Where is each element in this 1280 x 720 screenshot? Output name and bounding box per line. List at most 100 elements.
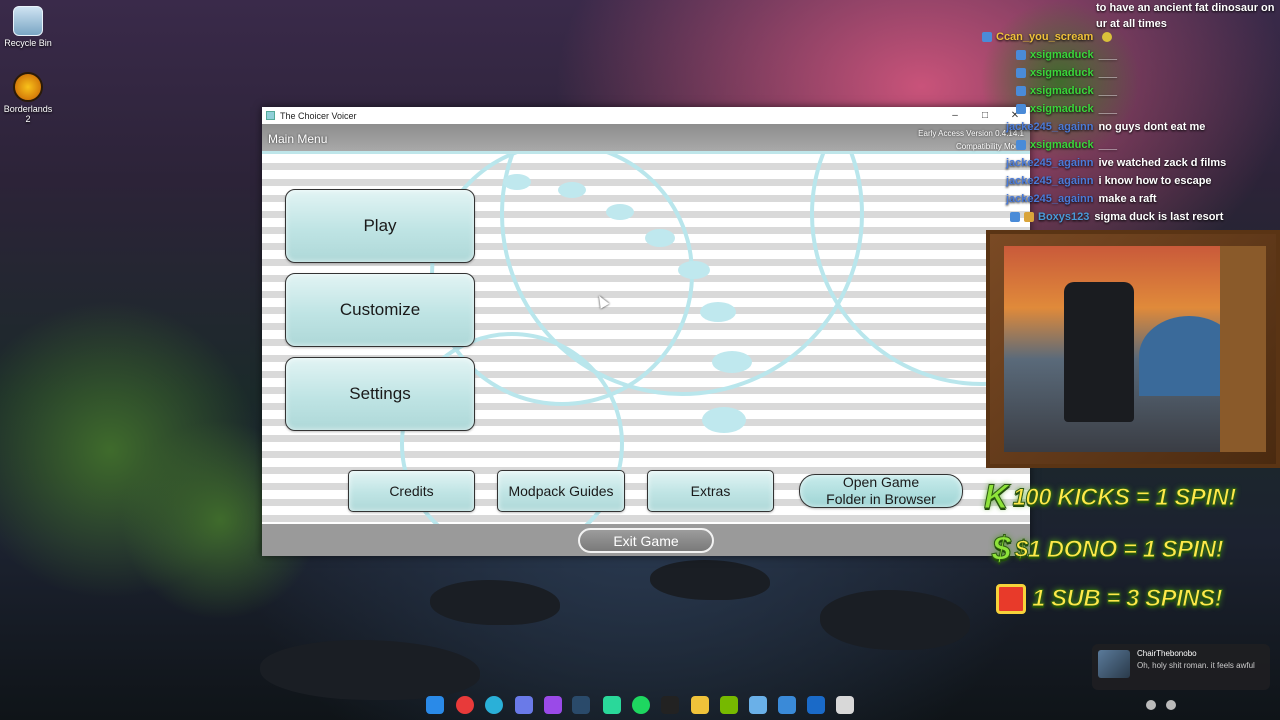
chat-message: xsigmaduck ___ — [1016, 85, 1117, 97]
kicks-spin-banner: K 100 KICKS = 1 SPIN! — [984, 478, 1237, 517]
spin-banner-text: 1 SUB = 3 SPINS! — [1031, 585, 1223, 613]
chat-text: sigma duck is last resort — [1094, 211, 1224, 223]
credits-button[interactable]: Credits — [348, 470, 475, 512]
opera-icon[interactable] — [456, 696, 474, 714]
notification-thumbnail — [1098, 650, 1130, 678]
chat-username: jacke245_againn — [1006, 157, 1094, 169]
subscriber-badge-icon — [982, 32, 992, 42]
game-window: The Choicer Voicer – □ ✕ Main Menu Early… — [262, 107, 1030, 556]
epic-games-icon[interactable] — [661, 696, 679, 714]
chat-message: jacke245_againn no guys dont eat me — [1006, 121, 1205, 133]
borderlands-2-label: Borderlands 2 — [3, 104, 53, 124]
subscriber-badge-icon — [1016, 104, 1026, 114]
subscriber-badge-icon — [1016, 68, 1026, 78]
star-icon — [1102, 32, 1113, 42]
spin-banner-text: 100 KICKS = 1 SPIN! — [1012, 483, 1237, 511]
photos-icon[interactable] — [778, 696, 796, 714]
spotify-icon[interactable] — [632, 696, 650, 714]
chat-text: ___ — [1098, 103, 1117, 115]
discord-icon[interactable] — [515, 696, 533, 714]
customize-button[interactable]: Customize — [285, 273, 475, 347]
wall — [1220, 246, 1266, 452]
app-icon — [266, 111, 275, 120]
webcam-feed — [1004, 246, 1266, 452]
borderlands-2-icon — [13, 72, 43, 102]
file-explorer-icon[interactable] — [691, 696, 709, 714]
subscriber-badge-icon — [1016, 140, 1026, 150]
twitch-icon[interactable] — [544, 696, 562, 714]
chat-username: xsigmaduck — [1030, 85, 1094, 97]
webcam-overlay — [986, 230, 1280, 468]
subscriber-badge-icon — [1016, 50, 1026, 60]
chat-username: xsigmaduck — [1030, 139, 1094, 151]
tray-icon[interactable] — [1146, 700, 1156, 710]
chat-username: jacke245_againn — [1006, 175, 1094, 187]
gaming-chair — [1064, 282, 1134, 422]
edge-icon[interactable] — [485, 696, 503, 714]
play-button[interactable]: Play — [285, 189, 475, 263]
modpack-guides-button[interactable]: Modpack Guides — [497, 470, 625, 512]
borderlands-2-shortcut[interactable]: Borderlands 2 — [0, 72, 56, 124]
notepad-icon[interactable] — [749, 696, 767, 714]
chat-message: jacke245_againn i know how to escape — [1006, 175, 1212, 187]
subscriber-badge-icon — [1010, 212, 1020, 222]
chat-username: xsigmaduck — [1030, 103, 1094, 115]
window-titlebar[interactable]: The Choicer Voicer – □ ✕ — [262, 107, 1030, 124]
chat-message: jacke245_againn ive watched zack d films — [1006, 157, 1226, 169]
recycle-bin-label: Recycle Bin — [4, 38, 52, 48]
game-window-icon[interactable] — [836, 696, 854, 714]
exit-game-button[interactable]: Exit Game — [578, 528, 714, 553]
chat-message: xsigmaduck ___ — [1016, 103, 1117, 115]
chat-username: jacke245_againn — [1006, 193, 1094, 205]
notification-sender: ChairThebonobo — [1137, 649, 1197, 658]
kick-icon: K — [984, 478, 1010, 517]
chat-username: jacke245_againn — [1006, 121, 1094, 133]
dono-spin-banner: $ $1 DONO = 1 SPIN! — [992, 530, 1225, 569]
extras-button[interactable]: Extras — [647, 470, 774, 512]
nvidia-icon[interactable] — [720, 696, 738, 714]
chat-text: ___ — [1098, 85, 1117, 97]
outlook-icon[interactable] — [807, 696, 825, 714]
settings-button[interactable]: Settings — [285, 357, 475, 431]
maximize-button[interactable]: □ — [970, 110, 1000, 121]
notification-toast[interactable]: ChairThebonobo Oh, holy shit roman. it f… — [1092, 644, 1270, 690]
dollar-icon: $ — [992, 530, 1012, 569]
sub-spin-banner: 1 SUB = 3 SPINS! — [996, 584, 1223, 614]
chat-text: ___ — [1098, 49, 1117, 61]
recycle-bin-icon — [13, 6, 43, 36]
chat-text: make a raft — [1098, 193, 1157, 205]
steam-icon[interactable] — [572, 696, 590, 714]
chat-message: xsigmaduck ___ — [1016, 139, 1117, 151]
chat-message: Boxys123 sigma duck is last resort — [1010, 211, 1223, 223]
chat-username: xsigmaduck — [1030, 49, 1094, 61]
notification-message: Oh, holy shit roman. it feels awful — [1137, 661, 1255, 670]
chat-message: xsigmaduck ___ — [1016, 67, 1117, 79]
compatibility-label: Compatibility Mode — [955, 142, 1024, 151]
tray-icon[interactable] — [1166, 700, 1176, 710]
spin-banner-text: $1 DONO = 1 SPIN! — [1014, 535, 1224, 563]
gift-icon — [996, 584, 1026, 614]
chat-message: Ccan_you_scream — [982, 31, 1113, 43]
chat-username: Ccan_you_scream — [996, 31, 1094, 43]
windows-start-icon[interactable] — [426, 696, 444, 714]
chat-username: xsigmaduck — [1030, 67, 1094, 79]
chat-message: jacke245_againn make a raft — [1006, 193, 1157, 205]
minimize-button[interactable]: – — [940, 110, 970, 121]
chat-username: Boxys123 — [1038, 211, 1090, 223]
chat-text: ___ — [1098, 67, 1117, 79]
chat-text: ive watched zack d films — [1098, 157, 1227, 169]
chat-text: ___ — [1098, 139, 1117, 151]
menu-title: Main Menu — [268, 132, 328, 146]
chat-text: i know how to escape — [1098, 175, 1212, 187]
menu-stage: Play Customize Settings Credits Modpack … — [262, 154, 1030, 524]
chat-text: no guys dont eat me — [1098, 121, 1206, 133]
subscriber-badge-icon — [1016, 86, 1026, 96]
menu-header: Main Menu Early Access Version 0.4.14.1 … — [262, 124, 1030, 154]
chat-message: xsigmaduck ___ — [1016, 49, 1117, 61]
recycle-bin-shortcut[interactable]: Recycle Bin — [0, 6, 56, 48]
window-title: The Choicer Voicer — [280, 110, 357, 121]
chat-top-message: to have an ancient fat dinosaur on ur at… — [1096, 2, 1275, 30]
app-icon[interactable] — [603, 696, 621, 714]
gift-badge-icon — [1024, 212, 1034, 222]
open-game-folder-button[interactable]: Open Game Folder in Browser — [799, 474, 963, 508]
